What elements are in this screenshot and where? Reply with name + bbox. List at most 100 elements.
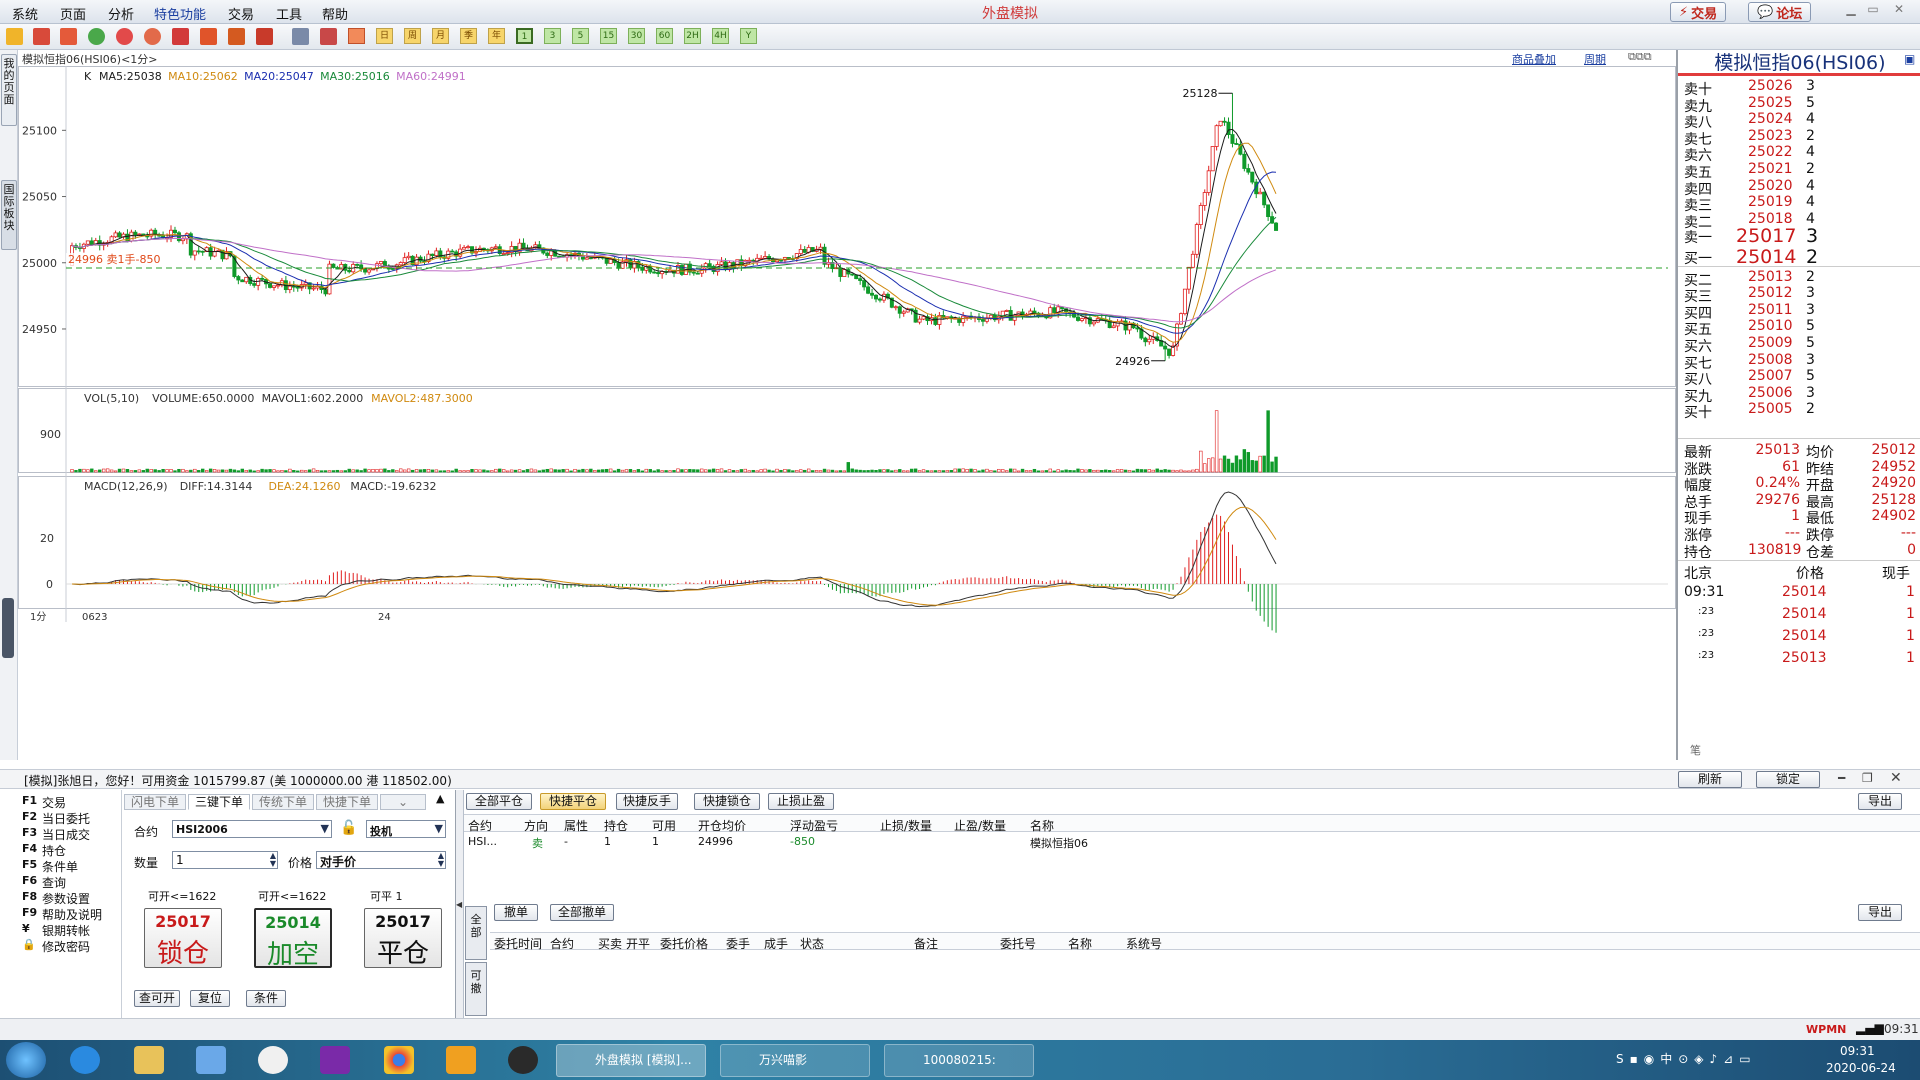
- tab-ticks[interactable]: 笔: [1690, 742, 1701, 758]
- menu-trade[interactable]: 交易: [228, 4, 254, 23]
- draw-icon[interactable]: [200, 28, 217, 45]
- contract-select[interactable]: HSI2006 ▼: [172, 820, 332, 838]
- order-book-price[interactable]: 25008: [1748, 352, 1793, 368]
- pen-icon[interactable]: [228, 28, 245, 45]
- tab-more-chevron-icon[interactable]: ⌄: [380, 794, 426, 810]
- period-5[interactable]: 5: [572, 28, 589, 44]
- back-icon[interactable]: [6, 28, 23, 45]
- folder-icon[interactable]: [134, 1046, 164, 1074]
- menu-help[interactable]: 帮助: [322, 4, 348, 23]
- tab-traditional-order[interactable]: 传统下单: [252, 794, 314, 810]
- collapse-handle[interactable]: [2, 598, 14, 658]
- lock-button[interactable]: 锁定: [1756, 771, 1820, 788]
- query-open-button[interactable]: 查可开: [134, 990, 180, 1007]
- period-15[interactable]: 15: [600, 28, 617, 44]
- order-book-price[interactable]: 25019: [1748, 194, 1793, 210]
- panel-restore-icon[interactable]: ❐: [1862, 771, 1873, 785]
- chart-icon[interactable]: [320, 28, 337, 45]
- period-1[interactable]: 1: [516, 28, 533, 44]
- stepper-icon[interactable]: ▲ ▼: [438, 852, 444, 868]
- onenote-icon[interactable]: [320, 1046, 350, 1074]
- task-waipan[interactable]: 外盘模拟 [模拟]...: [556, 1044, 706, 1077]
- period-year-icon[interactable]: 年: [488, 28, 505, 44]
- tab-three-key-order[interactable]: 三键下单: [188, 794, 250, 810]
- tool-icon[interactable]: [256, 28, 273, 45]
- function-item[interactable]: 修改密码: [42, 938, 90, 955]
- g-app-icon[interactable]: [446, 1046, 476, 1074]
- zoom-in-icon[interactable]: [116, 28, 133, 45]
- close-icon[interactable]: ✕: [1888, 2, 1910, 18]
- function-item[interactable]: 当日成交: [42, 826, 90, 843]
- period-30[interactable]: 30: [628, 28, 645, 44]
- tab-my-pages[interactable]: 我的页面: [1, 54, 17, 126]
- order-book-price[interactable]: 25023: [1748, 128, 1793, 144]
- start-button-icon[interactable]: [6, 1042, 46, 1078]
- function-item[interactable]: 持仓: [42, 842, 66, 859]
- order-book-price[interactable]: 25025: [1748, 95, 1793, 111]
- period-4h[interactable]: 4H: [712, 28, 729, 44]
- order-book-price[interactable]: 25026: [1748, 78, 1793, 94]
- function-item[interactable]: 银期转帐: [42, 922, 90, 939]
- qq-icon[interactable]: [508, 1046, 538, 1074]
- reset-button[interactable]: 复位: [190, 990, 230, 1007]
- type-select[interactable]: 投机 ▼: [366, 820, 446, 838]
- task-wondershare[interactable]: 万兴喵影: [720, 1044, 870, 1077]
- app-feather-icon[interactable]: [196, 1046, 226, 1074]
- period-2h[interactable]: 2H: [684, 28, 701, 44]
- order-book-price[interactable]: 25013: [1748, 269, 1793, 285]
- order-book-price[interactable]: 25014: [1736, 246, 1796, 268]
- menu-features[interactable]: 特色功能: [154, 4, 206, 23]
- position-action-button[interactable]: 快捷平仓: [540, 793, 606, 810]
- kline-chart[interactable]: 25100 25050 25000 24950 K MA5:25038 MA10:25062…: [18, 66, 1676, 760]
- ie-icon[interactable]: [70, 1046, 100, 1074]
- export-orders-button[interactable]: 导出: [1858, 904, 1902, 921]
- tab-quick-order[interactable]: 快捷下单: [316, 794, 378, 810]
- collapse-up-icon[interactable]: ▲: [436, 792, 444, 805]
- period-day-icon[interactable]: 日: [376, 28, 393, 44]
- period-minute-icon[interactable]: [348, 28, 365, 44]
- order-book-price[interactable]: 25018: [1748, 211, 1793, 227]
- period-month-icon[interactable]: 月: [432, 28, 449, 44]
- order-book-price[interactable]: 25022: [1748, 144, 1793, 160]
- condition-button[interactable]: 条件: [246, 990, 286, 1007]
- splitter[interactable]: ◀: [456, 790, 464, 1018]
- period-y[interactable]: Y: [740, 28, 757, 44]
- menu-system[interactable]: 系统: [12, 4, 38, 23]
- menu-tools[interactable]: 工具: [276, 4, 302, 23]
- period-week-icon[interactable]: 周: [404, 28, 421, 44]
- maximize-icon[interactable]: ▭: [1862, 2, 1884, 18]
- order-book-price[interactable]: 25012: [1748, 285, 1793, 301]
- qty-input[interactable]: 1 ▲ ▼: [172, 851, 278, 869]
- menu-page[interactable]: 页面: [60, 4, 86, 23]
- period-season-icon[interactable]: 季: [460, 28, 477, 44]
- order-book-price[interactable]: 25021: [1748, 161, 1793, 177]
- table-row[interactable]: HSI... 卖 - 1 1 24996 -850 模拟恒指06: [464, 833, 1920, 850]
- app-circle-icon[interactable]: [258, 1046, 288, 1074]
- period-3[interactable]: 3: [544, 28, 561, 44]
- home-icon[interactable]: [33, 28, 50, 45]
- position-action-button[interactable]: 快捷锁仓: [694, 793, 760, 810]
- tray-icons[interactable]: S▪◉中⊙◈♪⊿▭: [1616, 1050, 1792, 1068]
- order-action-button[interactable]: 全部撤单: [550, 904, 614, 921]
- stepper-icon[interactable]: ▲ ▼: [270, 852, 276, 868]
- order-book-price[interactable]: 25020: [1748, 178, 1793, 194]
- function-item[interactable]: 当日委托: [42, 810, 90, 827]
- zoom-out-icon[interactable]: [144, 28, 161, 45]
- panel-close-icon[interactable]: ✕: [1890, 770, 1902, 786]
- tab-flash-order[interactable]: 闪电下单: [124, 794, 186, 810]
- position-action-button[interactable]: 止损止盈: [768, 793, 834, 810]
- panel-icon[interactable]: [60, 28, 77, 45]
- panel-toggle-icon[interactable]: ▣: [1904, 52, 1915, 66]
- period-link[interactable]: 周期: [1584, 51, 1606, 67]
- order-book-price[interactable]: 25010: [1748, 318, 1793, 334]
- order-action-button[interactable]: 撤单: [494, 904, 538, 921]
- lock-icon[interactable]: 🔓: [340, 820, 357, 836]
- export-positions-button[interactable]: 导出: [1858, 793, 1902, 810]
- trade-button[interactable]: ⚡ 交易: [1670, 2, 1727, 22]
- window-icon[interactable]: [172, 28, 189, 45]
- function-item[interactable]: 查询: [42, 874, 66, 891]
- tab-cancelable-orders[interactable]: 可撤: [465, 962, 487, 1016]
- lock-position-button[interactable]: 25017 锁仓: [144, 908, 222, 969]
- order-book-price[interactable]: 25017: [1736, 225, 1796, 247]
- table-icon[interactable]: [292, 28, 309, 45]
